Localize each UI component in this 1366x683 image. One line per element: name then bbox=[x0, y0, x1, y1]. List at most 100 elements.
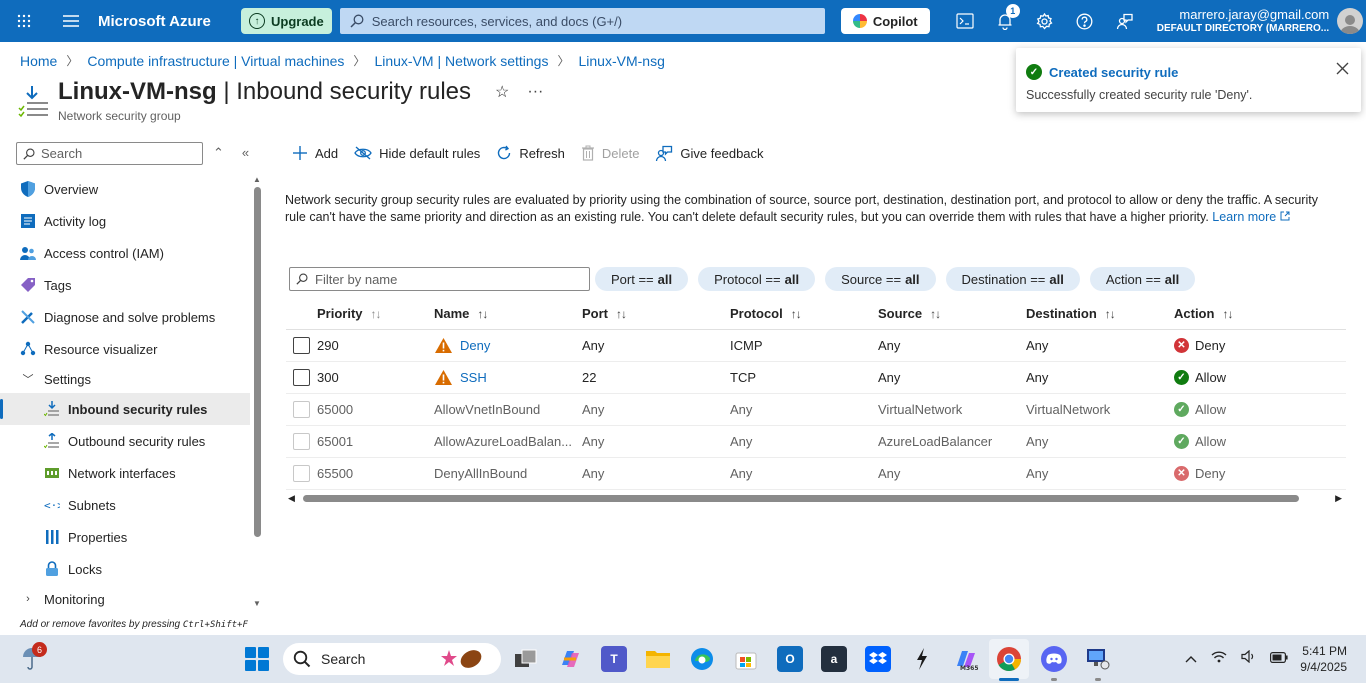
wifi-icon[interactable] bbox=[1211, 650, 1227, 666]
column-header-protocol[interactable]: Protocol ↑↓ bbox=[730, 306, 878, 321]
table-row[interactable]: 65000 AllowVnetInBound Any Any VirtualNe… bbox=[286, 394, 1346, 426]
discord-icon[interactable] bbox=[1041, 646, 1067, 672]
teams-icon[interactable]: T bbox=[601, 646, 627, 672]
lightning-app-icon[interactable] bbox=[909, 646, 935, 672]
settings-gear-icon[interactable] bbox=[1025, 12, 1065, 30]
column-header-name[interactable]: Name ↑↓ bbox=[434, 306, 582, 321]
trash-icon bbox=[581, 145, 594, 161]
favorite-star-icon[interactable]: ☆ bbox=[495, 82, 509, 102]
chevron-up-icon[interactable] bbox=[1185, 651, 1197, 666]
sidebar-item-properties[interactable]: Properties bbox=[0, 521, 250, 553]
table-row[interactable]: 65001 AllowAzureLoadBalan... Any Any Azu… bbox=[286, 426, 1346, 458]
notifications-count-badge: 1 bbox=[1005, 4, 1020, 18]
azure-brand-link[interactable]: Microsoft Azure bbox=[98, 13, 238, 30]
filter-pill-protocol[interactable]: Protocol == all bbox=[698, 267, 816, 291]
scroll-up-arrow-icon[interactable]: ▲ bbox=[253, 175, 261, 184]
copilot-button[interactable]: Copilot bbox=[840, 8, 930, 34]
sidebar-scrollbar[interactable]: ▲ ▼ bbox=[252, 175, 262, 610]
sidebar-scroll-thumb[interactable] bbox=[254, 187, 261, 537]
filter-by-name-input[interactable]: Filter by name bbox=[289, 267, 590, 291]
app-launcher-icon[interactable] bbox=[0, 14, 48, 28]
sidebar-item-diagnose[interactable]: Diagnose and solve problems bbox=[0, 301, 250, 333]
feedback-person-icon[interactable] bbox=[1105, 12, 1145, 30]
rule-name-link[interactable]: Deny bbox=[460, 338, 490, 353]
sidebar-group-settings[interactable]: ﹀ Settings bbox=[0, 365, 250, 393]
filter-pill-source[interactable]: Source == all bbox=[825, 267, 936, 291]
refresh-button[interactable]: Refresh bbox=[496, 145, 565, 161]
row-checkbox[interactable] bbox=[293, 337, 310, 354]
table-scroll-thumb[interactable] bbox=[303, 495, 1299, 502]
breadcrumb-nsg[interactable]: Linux-VM-nsg bbox=[578, 53, 664, 69]
scroll-left-arrow-icon[interactable]: ◀ bbox=[288, 493, 295, 504]
feedback-person-icon bbox=[656, 145, 673, 161]
file-explorer-icon[interactable] bbox=[645, 646, 671, 672]
account-menu[interactable]: marrero.jaray@gmail.com DEFAULT DIRECTOR… bbox=[1157, 7, 1329, 34]
sidebar-item-inbound-rules[interactable]: Inbound security rules bbox=[0, 393, 250, 425]
breadcrumb-network-settings[interactable]: Linux-VM | Network settings bbox=[374, 53, 548, 69]
sidebar-item-resource-visualizer[interactable]: Resource visualizer bbox=[0, 333, 250, 365]
sidebar-item-overview[interactable]: Overview bbox=[0, 173, 250, 205]
filter-pill-destination[interactable]: Destination == all bbox=[945, 267, 1080, 291]
column-header-action[interactable]: Action ↑↓ bbox=[1174, 306, 1322, 321]
help-question-icon[interactable] bbox=[1065, 12, 1105, 30]
volume-icon[interactable] bbox=[1241, 649, 1256, 666]
notifications-bell-icon[interactable]: 1 bbox=[985, 4, 1025, 30]
sidebar-item-locks[interactable]: Locks bbox=[0, 553, 250, 585]
row-checkbox[interactable] bbox=[293, 369, 310, 386]
filter-pill-port[interactable]: Port == all bbox=[595, 267, 689, 291]
microsoft-365-icon[interactable]: M365 bbox=[953, 646, 979, 672]
dropbox-icon[interactable] bbox=[865, 646, 891, 672]
column-header-priority[interactable]: Priority ↑↓ bbox=[317, 306, 434, 321]
breadcrumb-home[interactable]: Home bbox=[20, 53, 57, 69]
windows-start-icon[interactable] bbox=[245, 647, 269, 671]
table-row[interactable]: 65500 DenyAllInBound Any Any Any Any ✕ De… bbox=[286, 458, 1346, 490]
title-separator: | bbox=[216, 78, 237, 105]
rule-name-link[interactable]: SSH bbox=[460, 370, 487, 385]
amazon-icon[interactable]: a bbox=[821, 646, 847, 672]
sidebar-item-activity-log[interactable]: Activity log bbox=[0, 205, 250, 237]
taskbar-clock[interactable]: 5:41 PM 9/4/2025 bbox=[1295, 643, 1347, 675]
sort-toggle-icon[interactable]: ⌃ bbox=[213, 145, 224, 161]
sidebar-item-tags[interactable]: Tags bbox=[0, 269, 250, 301]
sidebar-item-outbound-rules[interactable]: Outbound security rules bbox=[0, 425, 250, 457]
chrome-browser-icon[interactable] bbox=[996, 646, 1022, 672]
microsoft-store-icon[interactable] bbox=[733, 646, 759, 672]
hide-default-rules-button[interactable]: Hide default rules bbox=[354, 146, 480, 161]
sidebar-search-input[interactable]: Search bbox=[16, 142, 203, 165]
sort-icon: ↑↓ bbox=[1222, 306, 1233, 321]
collapse-sidebar-icon[interactable]: « bbox=[242, 145, 249, 161]
edge-browser-icon[interactable] bbox=[689, 646, 715, 672]
sidebar-item-network-interfaces[interactable]: Network interfaces bbox=[0, 457, 250, 489]
taskbar-search-input[interactable]: Search bbox=[283, 643, 501, 675]
table-row[interactable]: 300 SSH 22 TCP Any Any ✓ Allow bbox=[286, 362, 1346, 394]
remote-desktop-icon[interactable] bbox=[1085, 646, 1111, 672]
outlook-new-icon[interactable]: O bbox=[777, 646, 803, 672]
global-search-input[interactable]: Search resources, services, and docs (G+… bbox=[339, 8, 825, 34]
avatar[interactable] bbox=[1337, 8, 1364, 34]
add-button[interactable]: Add bbox=[292, 145, 338, 161]
hamburger-menu-icon[interactable] bbox=[48, 15, 94, 27]
delete-button[interactable]: Delete bbox=[581, 145, 639, 161]
sidebar-item-subnets[interactable]: <·> Subnets bbox=[0, 489, 250, 521]
sidebar-group-monitoring[interactable]: › Monitoring bbox=[0, 585, 250, 613]
column-header-source[interactable]: Source ↑↓ bbox=[878, 306, 1026, 321]
column-header-port[interactable]: Port ↑↓ bbox=[582, 306, 730, 321]
close-icon[interactable] bbox=[1336, 62, 1349, 78]
toast-title[interactable]: Created security rule bbox=[1049, 65, 1178, 80]
upgrade-button[interactable]: ↑ Upgrade bbox=[241, 8, 332, 34]
more-options-icon[interactable]: ··· bbox=[527, 83, 543, 101]
scroll-right-arrow-icon[interactable]: ▶ bbox=[1335, 493, 1342, 504]
breadcrumb-virtual-machines[interactable]: Compute infrastructure | Virtual machine… bbox=[87, 53, 344, 69]
table-horizontal-scrollbar[interactable]: ◀ ▶ bbox=[288, 493, 1344, 505]
filter-pill-action[interactable]: Action == all bbox=[1089, 267, 1196, 291]
give-feedback-button[interactable]: Give feedback bbox=[655, 145, 764, 162]
copilot-app-icon[interactable] bbox=[557, 646, 583, 672]
cloud-shell-icon[interactable] bbox=[945, 12, 985, 30]
task-view-icon[interactable] bbox=[513, 646, 539, 672]
sidebar-item-iam[interactable]: Access control (IAM) bbox=[0, 237, 250, 269]
column-header-destination[interactable]: Destination ↑↓ bbox=[1026, 306, 1174, 321]
battery-icon[interactable] bbox=[1270, 651, 1288, 666]
learn-more-link[interactable]: Learn more bbox=[1212, 210, 1290, 224]
table-row[interactable]: 290 Deny Any ICMP Any Any ✕ Deny bbox=[286, 330, 1346, 362]
scroll-down-arrow-icon[interactable]: ▼ bbox=[253, 599, 261, 608]
